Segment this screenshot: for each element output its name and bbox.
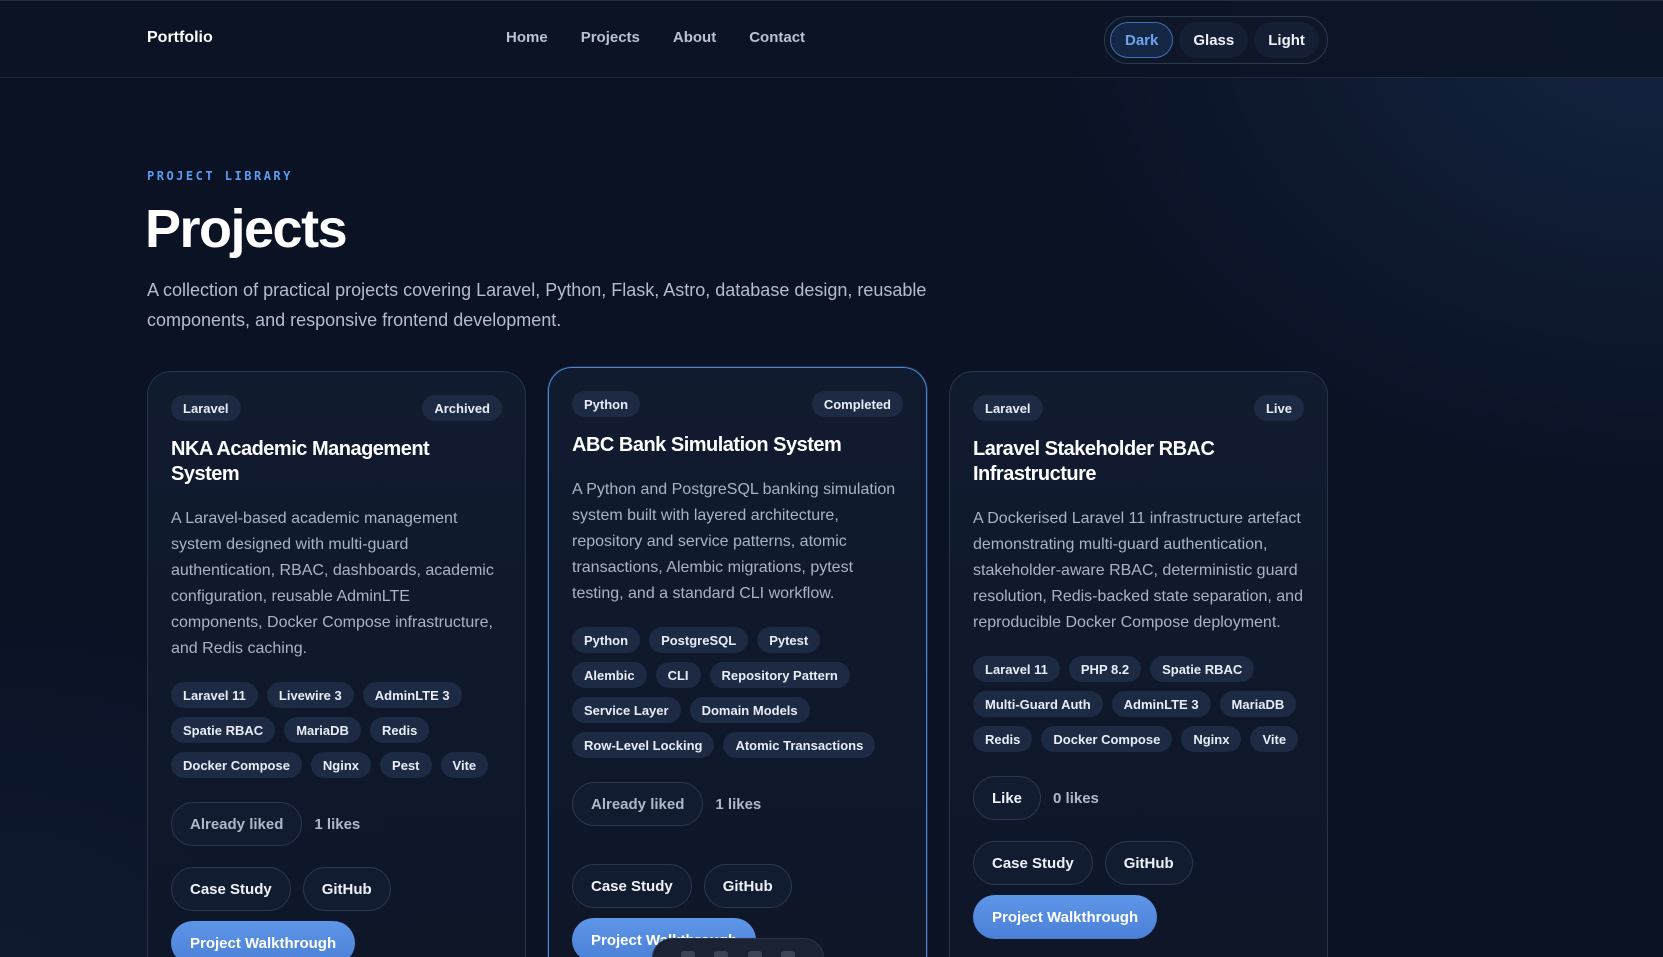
project-title: ABC Bank Simulation System [572, 434, 842, 456]
tech-tag: Vite [1250, 726, 1299, 752]
top-nav: Portfolio Home Projects About Contact Da… [0, 0, 1663, 78]
category-badge: Laravel [973, 395, 1043, 421]
toolbar-icon[interactable] [680, 951, 695, 957]
theme-light-button[interactable]: Light [1254, 22, 1319, 58]
github-button[interactable]: GitHub [703, 864, 792, 908]
project-title: NKA Academic Management System [171, 438, 430, 485]
project-description: A Python and PostgreSQL banking simulati… [572, 481, 896, 602]
tech-tag: MariaDB [1219, 691, 1297, 717]
tech-tag: Repository Pattern [709, 662, 850, 688]
github-button[interactable]: GitHub [1104, 841, 1193, 885]
like-count: 1 likes [715, 795, 762, 813]
theme-glass-button[interactable]: Glass [1179, 22, 1249, 58]
like-button[interactable]: Like [973, 776, 1042, 820]
tech-tag: Nginx [310, 752, 372, 778]
tech-tag: Pytest [757, 627, 821, 653]
toolbar-icon[interactable] [714, 951, 729, 957]
tech-tag: Nginx [1181, 726, 1242, 752]
case-study-button[interactable]: Case Study [973, 841, 1093, 885]
tech-tag: Multi-Guard Auth [973, 691, 1103, 717]
tech-tag: AdminLTE 3 [362, 682, 462, 708]
tech-tag: Domain Models [689, 697, 810, 723]
tech-tag: Redis [369, 717, 430, 743]
tech-tag: MariaDB [284, 717, 361, 743]
tech-tag: Docker Compose [171, 752, 302, 778]
tech-tag: Row-Level Locking [572, 732, 715, 758]
nav-link-about[interactable]: About [673, 29, 716, 46]
project-description: A Dockerised Laravel 11 infrastructure a… [973, 510, 1303, 631]
tech-tag: Laravel 11 [171, 682, 258, 708]
category-badge: Python [572, 391, 641, 417]
toolbar-icon[interactable] [747, 951, 762, 957]
tech-tag: Livewire 3 [266, 682, 354, 708]
tech-tag: Docker Compose [1041, 726, 1173, 752]
nav-link-projects[interactable]: Projects [581, 29, 640, 46]
project-walkthrough-button[interactable]: Project Walkthrough [171, 921, 356, 957]
project-walkthrough-button[interactable]: Project Walkthrough [973, 895, 1158, 939]
page-title: Projects [145, 199, 348, 259]
tech-tags: Laravel 11 PHP 8.2 Spatie RBAC Multi-Gua… [973, 656, 1304, 752]
status-badge: Live [1253, 395, 1304, 421]
tech-tag: Service Layer [572, 697, 681, 723]
tech-tag: PostgreSQL [649, 627, 749, 653]
like-count: 1 likes [314, 815, 361, 833]
toolbar-icon[interactable] [781, 951, 796, 957]
tech-tag: Pest [380, 752, 432, 778]
tech-tag: Spatie RBAC [1150, 656, 1255, 682]
case-study-button[interactable]: Case Study [171, 867, 291, 911]
github-button[interactable]: GitHub [302, 867, 391, 911]
nav-links: Home Projects About Contact [506, 29, 805, 46]
like-count: 0 likes [1053, 789, 1099, 807]
section-eyebrow: PROJECT LIBRARY [147, 169, 293, 183]
project-card: Laravel Archived NKA Academic Management… [147, 371, 526, 957]
tech-tag: AdminLTE 3 [1111, 691, 1211, 717]
tech-tag: CLI [655, 662, 701, 688]
brand-logo[interactable]: Portfolio [147, 29, 213, 47]
tech-tag: Vite [440, 752, 489, 778]
project-title: Laravel Stakeholder RBAC Infrastructure [973, 438, 1215, 485]
category-badge: Laravel [171, 395, 241, 421]
tech-tag: Laravel 11 [973, 656, 1060, 682]
tech-tags: Python PostgreSQL Pytest Alembic CLI Rep… [572, 627, 903, 758]
page-description: A collection of practical projects cover… [147, 280, 927, 330]
tech-tag: Alembic [572, 662, 647, 688]
tech-tag: Atomic Transactions [723, 732, 876, 758]
tech-tag: Python [572, 627, 641, 653]
like-button[interactable]: Already liked [572, 782, 704, 826]
tech-tag: Spatie RBAC [171, 717, 276, 743]
nav-link-contact[interactable]: Contact [749, 29, 805, 46]
tech-tag: PHP 8.2 [1068, 656, 1142, 682]
theme-switcher: Dark Glass Light [1104, 16, 1328, 64]
tech-tag: Redis [973, 726, 1033, 752]
nav-link-home[interactable]: Home [506, 29, 548, 46]
status-badge: Archived [422, 395, 502, 421]
floating-dev-toolbar[interactable] [652, 938, 824, 957]
case-study-button[interactable]: Case Study [572, 864, 692, 908]
status-badge: Completed [811, 391, 903, 417]
tech-tags: Laravel 11 Livewire 3 AdminLTE 3 Spatie … [171, 682, 502, 778]
project-card: Laravel Live Laravel Stakeholder RBAC In… [949, 371, 1328, 957]
project-card: Python Completed ABC Bank Simulation Sys… [548, 367, 927, 957]
theme-dark-button[interactable]: Dark [1110, 22, 1174, 58]
project-description: A Laravel-based academic management syst… [171, 510, 494, 657]
like-button[interactable]: Already liked [171, 802, 303, 846]
